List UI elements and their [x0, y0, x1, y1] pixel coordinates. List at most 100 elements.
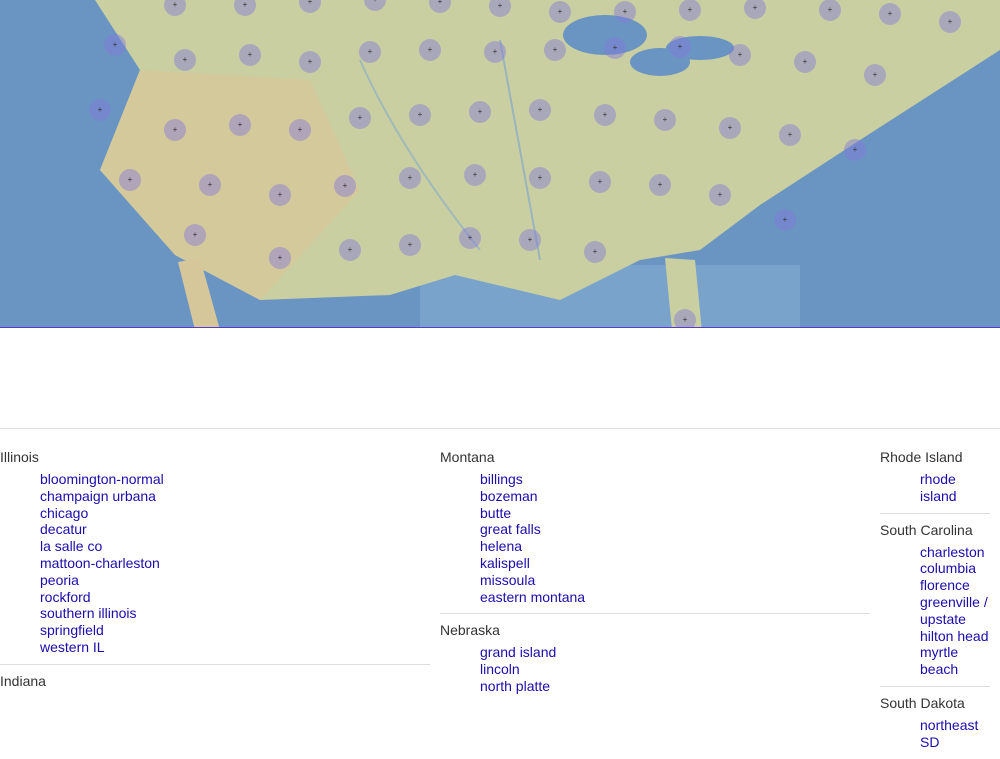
map-marker[interactable]: +: [719, 117, 741, 139]
city-link[interactable]: butte: [480, 505, 511, 521]
state-name: South Dakota: [880, 695, 990, 711]
map-marker[interactable]: +: [544, 39, 566, 61]
map-marker[interactable]: +: [819, 0, 841, 21]
map-marker[interactable]: +: [269, 247, 291, 269]
city-link[interactable]: hilton head: [920, 628, 989, 644]
map-marker[interactable]: +: [614, 1, 636, 23]
map-marker[interactable]: +: [879, 3, 901, 25]
map-marker[interactable]: +: [794, 51, 816, 73]
map-marker[interactable]: +: [399, 234, 421, 256]
map-marker[interactable]: +: [649, 174, 671, 196]
map-marker[interactable]: +: [199, 174, 221, 196]
us-map[interactable]: + + + + + + + + + + + + + + + + + + + + + + + + + + + + + + + + + + + + + + + +…: [0, 0, 1000, 328]
plus-icon: +: [663, 116, 668, 124]
city-link[interactable]: bloomington-normal: [40, 471, 164, 487]
map-marker[interactable]: +: [359, 41, 381, 63]
city-link[interactable]: mattoon-charleston: [40, 555, 160, 571]
city-link[interactable]: southern illinois: [40, 605, 137, 621]
map-marker[interactable]: +: [519, 229, 541, 251]
list-item: bloomington-normal: [40, 471, 430, 488]
map-marker[interactable]: +: [654, 109, 676, 131]
map-marker[interactable]: +: [299, 51, 321, 73]
city-link[interactable]: kalispell: [480, 555, 530, 571]
city-link[interactable]: decatur: [40, 521, 87, 537]
plus-icon: +: [438, 0, 443, 6]
map-marker[interactable]: +: [334, 175, 356, 197]
state-divider: [880, 513, 990, 514]
map-marker[interactable]: +: [119, 169, 141, 191]
city-link[interactable]: rhode island: [920, 471, 957, 504]
map-marker[interactable]: +: [184, 224, 206, 246]
map-marker[interactable]: +: [729, 44, 751, 66]
map-marker[interactable]: +: [844, 139, 866, 161]
list-item: southern illinois: [40, 605, 430, 622]
list-item: chicago: [40, 505, 430, 522]
map-marker[interactable]: +: [679, 0, 701, 21]
city-link[interactable]: north platte: [480, 678, 550, 694]
city-link[interactable]: billings: [480, 471, 523, 487]
map-marker[interactable]: +: [589, 171, 611, 193]
city-link[interactable]: bozeman: [480, 488, 538, 504]
city-link[interactable]: champaign urbana: [40, 488, 156, 504]
plus-icon: +: [538, 106, 543, 114]
state-block: Illinoisbloomington-normalchampaign urba…: [0, 449, 430, 656]
map-marker[interactable]: +: [604, 37, 626, 59]
city-link[interactable]: grand island: [480, 644, 556, 660]
map-marker[interactable]: +: [89, 99, 111, 121]
map-marker[interactable]: +: [469, 101, 491, 123]
map-marker[interactable]: +: [709, 184, 731, 206]
map-marker[interactable]: +: [529, 99, 551, 121]
city-link[interactable]: western IL: [40, 639, 105, 655]
map-marker[interactable]: +: [459, 227, 481, 249]
map-marker[interactable]: +: [409, 104, 431, 126]
city-list: billingsbozemanbuttegreat fallshelenakal…: [440, 471, 870, 605]
map-marker[interactable]: +: [164, 119, 186, 141]
plus-icon: +: [593, 248, 598, 256]
map-marker[interactable]: +: [549, 1, 571, 23]
map-marker[interactable]: +: [399, 167, 421, 189]
map-marker[interactable]: +: [864, 64, 886, 86]
map-marker[interactable]: +: [484, 41, 506, 63]
list-item: peoria: [40, 572, 430, 589]
map-marker[interactable]: +: [229, 114, 251, 136]
city-link[interactable]: greenville / upstate: [920, 594, 988, 627]
city-link[interactable]: missoula: [480, 572, 535, 588]
map-marker[interactable]: +: [584, 241, 606, 263]
map-marker[interactable]: +: [239, 44, 261, 66]
list-item: springfield: [40, 622, 430, 639]
city-link[interactable]: chicago: [40, 505, 88, 521]
map-marker[interactable]: +: [464, 164, 486, 186]
list-item: helena: [480, 538, 870, 555]
city-link[interactable]: charleston: [920, 544, 985, 560]
city-link[interactable]: florence: [920, 577, 970, 593]
column: Illinoisbloomington-normalchampaign urba…: [0, 429, 440, 759]
city-link[interactable]: lincoln: [480, 661, 520, 677]
plus-icon: +: [803, 58, 808, 66]
city-link[interactable]: rockford: [40, 589, 91, 605]
map-marker[interactable]: +: [594, 104, 616, 126]
map-marker[interactable]: +: [669, 36, 691, 58]
plus-icon: +: [278, 191, 283, 199]
map-marker[interactable]: +: [939, 11, 961, 33]
map-marker[interactable]: +: [289, 119, 311, 141]
city-link[interactable]: great falls: [480, 521, 541, 537]
map-marker[interactable]: +: [349, 107, 371, 129]
city-link[interactable]: columbia: [920, 560, 976, 576]
city-link[interactable]: eastern montana: [480, 589, 585, 605]
city-link[interactable]: helena: [480, 538, 522, 554]
map-marker[interactable]: +: [104, 34, 126, 56]
map-marker[interactable]: +: [339, 239, 361, 261]
city-link[interactable]: peoria: [40, 572, 79, 588]
city-link[interactable]: northeast SD: [920, 717, 978, 750]
map-marker[interactable]: +: [774, 209, 796, 231]
list-item: mattoon-charleston: [40, 555, 430, 572]
city-link[interactable]: springfield: [40, 622, 104, 638]
map-marker[interactable]: +: [779, 124, 801, 146]
city-link[interactable]: myrtle beach: [920, 644, 958, 677]
map-marker[interactable]: +: [419, 39, 441, 61]
city-link[interactable]: la salle co: [40, 538, 102, 554]
map-marker[interactable]: +: [174, 49, 196, 71]
map-marker[interactable]: +: [529, 167, 551, 189]
map-marker[interactable]: +: [674, 309, 696, 328]
map-marker[interactable]: +: [269, 184, 291, 206]
